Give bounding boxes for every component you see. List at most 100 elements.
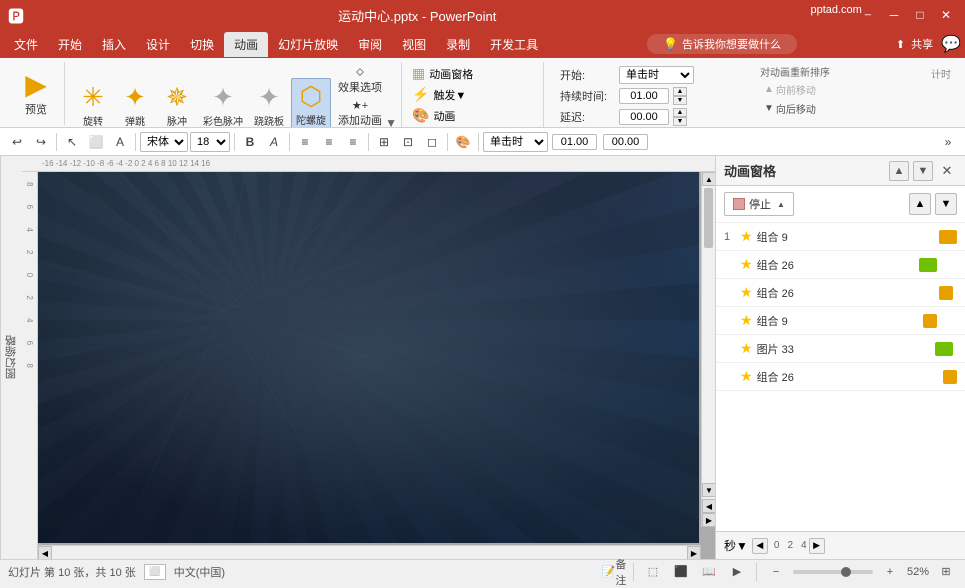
view-normal-btn[interactable]: ⬚ bbox=[642, 563, 664, 581]
tb-color-btn[interactable]: 🎨 bbox=[452, 131, 474, 153]
tb-more-2[interactable]: ⊡ bbox=[397, 131, 419, 153]
view-reading-btn[interactable]: 📖 bbox=[698, 563, 720, 581]
anim-pulse-btn[interactable]: ✵ 脉冲 bbox=[157, 80, 197, 128]
anim-item-4[interactable]: ★ 组合 9 bbox=[716, 307, 965, 335]
zoom-thumb[interactable] bbox=[841, 567, 851, 577]
scroll-track-h[interactable] bbox=[52, 546, 687, 559]
anim-item-5[interactable]: ★ 图片 33 bbox=[716, 335, 965, 363]
font-select[interactable]: 宋体 bbox=[140, 132, 188, 152]
view-slide-sorter-btn[interactable]: ⬛ bbox=[670, 563, 692, 581]
menu-home[interactable]: 开始 bbox=[48, 32, 92, 57]
delay-down[interactable]: ▼ bbox=[673, 117, 687, 126]
trigger-btn[interactable]: ⚡ 触发▼ bbox=[410, 85, 537, 104]
anim-panel-down-btn[interactable]: ▼ bbox=[913, 161, 933, 181]
animation-painter-btn[interactable]: 🎨 动画 bbox=[410, 106, 537, 125]
move-back-btn[interactable]: ▼ 向后移动 bbox=[760, 100, 830, 117]
minimize-button[interactable]: ─ bbox=[883, 4, 905, 26]
tb-shape-btn[interactable]: ⬜ bbox=[85, 131, 107, 153]
align-right-btn[interactable]: ≡ bbox=[342, 131, 364, 153]
menu-design[interactable]: 设计 bbox=[136, 32, 180, 57]
zoom-in-btn[interactable]: + bbox=[879, 563, 901, 581]
scroll-right-btn[interactable]: ▶ bbox=[687, 546, 701, 559]
anim-seesaw-btn[interactable]: ✦ 跷跷板 bbox=[249, 80, 289, 128]
anim-item-3[interactable]: ★ 组合 26 bbox=[716, 279, 965, 307]
view-slideshow-btn[interactable]: ▶ bbox=[726, 563, 748, 581]
horizontal-scrollbar[interactable]: ◀ ▶ bbox=[38, 545, 701, 559]
menu-view[interactable]: 视图 bbox=[392, 32, 436, 57]
tb-more-3[interactable]: ◻ bbox=[421, 131, 443, 153]
toolbar-duration-input[interactable] bbox=[552, 134, 597, 150]
scroll-up-btn[interactable]: ▲ bbox=[702, 172, 715, 186]
menu-insert[interactable]: 插入 bbox=[92, 32, 136, 57]
scroll-prev-slide[interactable]: ◀ bbox=[702, 499, 715, 513]
scroll-left-btn[interactable]: ◀ bbox=[38, 546, 52, 559]
tell-me-bar[interactable]: 💡 告诉我你想要做什么 bbox=[647, 34, 797, 54]
effect-options-btn[interactable]: ⬦ 效果选项 bbox=[335, 64, 385, 97]
menu-review[interactable]: 审阅 bbox=[348, 32, 392, 57]
scroll-next-slide[interactable]: ▶ bbox=[702, 513, 715, 527]
anim-item-1[interactable]: 1 ★ 组合 9 bbox=[716, 223, 965, 251]
tb-more-1[interactable]: ⊞ bbox=[373, 131, 395, 153]
anim-item-6[interactable]: ★ 组合 26 bbox=[716, 363, 965, 391]
timeline-next-btn[interactable]: ▶ bbox=[809, 538, 825, 554]
comments-button[interactable]: 💬 bbox=[941, 34, 961, 54]
bold-button[interactable]: B bbox=[239, 131, 261, 153]
anim-panel-up-btn[interactable]: ▲ bbox=[889, 161, 909, 181]
anim-bounce-btn[interactable]: ✦ 弹跳 bbox=[115, 80, 155, 128]
menu-slideshow[interactable]: 幻灯片放映 bbox=[268, 32, 348, 57]
menu-devtools[interactable]: 开发工具 bbox=[480, 32, 548, 57]
anim-gyro-btn[interactable]: ⬡ 陀螺旋 bbox=[291, 78, 331, 128]
align-left-btn[interactable]: ≡ bbox=[294, 131, 316, 153]
start-label: 开始: bbox=[560, 67, 615, 83]
undo-button[interactable]: ↩ bbox=[6, 131, 28, 153]
zoom-slider[interactable] bbox=[793, 570, 873, 574]
preview-button[interactable]: ▶ 预览 bbox=[14, 64, 58, 121]
zoom-out-btn[interactable]: − bbox=[765, 563, 787, 581]
toolbar-delay-input[interactable] bbox=[603, 134, 648, 150]
add-animation-btn[interactable]: ★+ 添加动画 bbox=[335, 97, 385, 128]
italic-button[interactable]: A bbox=[263, 131, 285, 153]
menu-record[interactable]: 录制 bbox=[436, 32, 480, 57]
duration-down[interactable]: ▼ bbox=[673, 96, 687, 105]
menu-animations[interactable]: 动画 bbox=[224, 32, 268, 57]
vertical-scrollbar[interactable]: ▲ ▼ ◀ ▶ bbox=[701, 172, 715, 527]
move-forward-btn[interactable]: ▲ 向前移动 bbox=[760, 81, 830, 98]
zoom-level[interactable]: 52% bbox=[907, 566, 929, 578]
share-area[interactable]: ⬆ 共享 bbox=[896, 36, 933, 52]
scroll-thumb-v[interactable] bbox=[704, 188, 713, 248]
animation-pane-btn[interactable]: ▦ 动画窗格 bbox=[410, 64, 537, 83]
duration-input[interactable] bbox=[619, 88, 669, 104]
fit-slide-btn[interactable]: ⊞ bbox=[935, 563, 957, 581]
animations-scroll-btn[interactable]: ▼ bbox=[387, 116, 395, 128]
anim-panel-close-btn[interactable]: ✕ bbox=[937, 161, 957, 181]
align-center-btn[interactable]: ≡ bbox=[318, 131, 340, 153]
tb-text-btn[interactable]: A bbox=[109, 131, 131, 153]
order-down-btn[interactable]: ▼ bbox=[935, 193, 957, 215]
delay-up[interactable]: ▲ bbox=[673, 108, 687, 117]
timeline-prev-btn[interactable]: ◀ bbox=[752, 538, 768, 554]
layout-btn[interactable]: ⬜ bbox=[144, 564, 166, 580]
timing-start-toolbar[interactable]: 单击时 bbox=[483, 132, 548, 152]
seconds-label[interactable]: 秒▼ bbox=[724, 537, 748, 554]
stop-button[interactable]: 停止 ▲ bbox=[724, 192, 794, 216]
order-up-btn[interactable]: ▲ bbox=[909, 193, 931, 215]
anim-rotate-btn[interactable]: ✳ 旋转 bbox=[73, 80, 113, 128]
font-size-select[interactable]: 18 bbox=[190, 132, 230, 152]
anim-colorpulse-btn[interactable]: ✦ 彩色脉冲 bbox=[199, 80, 247, 128]
toolbar-expand-btn[interactable]: » bbox=[937, 131, 959, 153]
menu-file[interactable]: 文件 bbox=[4, 32, 48, 57]
menu-transitions[interactable]: 切换 bbox=[180, 32, 224, 57]
start-select[interactable]: 单击时 与上一动画同时 上一动画之后 bbox=[619, 66, 694, 84]
tb-cursor-btn[interactable]: ↖ bbox=[61, 131, 83, 153]
close-button[interactable]: ✕ bbox=[935, 4, 957, 26]
title-bar-controls: pptad.com _ ─ □ ✕ bbox=[810, 4, 957, 26]
scroll-down-btn[interactable]: ▼ bbox=[702, 483, 715, 497]
notes-btn[interactable]: 📝 备注 bbox=[603, 563, 625, 581]
anim-item-2[interactable]: ★ 组合 26 bbox=[716, 251, 965, 279]
duration-up[interactable]: ▲ bbox=[673, 87, 687, 96]
scroll-track-v[interactable] bbox=[702, 186, 715, 483]
redo-button[interactable]: ↪ bbox=[30, 131, 52, 153]
restore-button[interactable]: □ bbox=[909, 4, 931, 26]
delay-input[interactable] bbox=[619, 109, 669, 125]
canvas-area: -16 -14 -12 -10 -8 -6 -4 -2 0 2 4 6 8 10… bbox=[22, 156, 715, 559]
